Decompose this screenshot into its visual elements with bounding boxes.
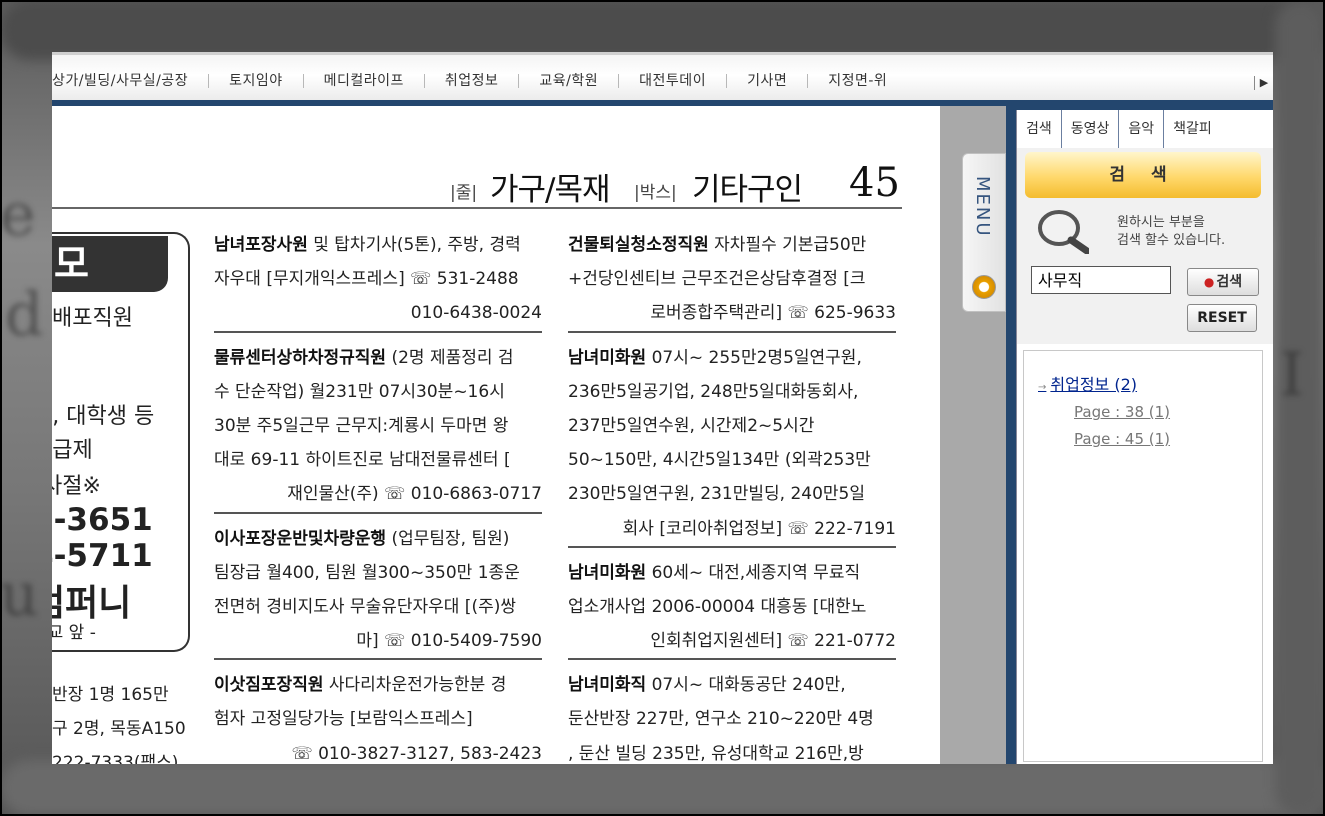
page-header: |줄| 가구/목재 |박스| 기타구인 45: [52, 106, 902, 208]
nav-item[interactable]: 지정면-위: [808, 74, 907, 88]
box-line: 부, 대학생 등: [52, 404, 155, 429]
nav-item[interactable]: 대전투데이: [619, 74, 728, 88]
reset-button[interactable]: RESET: [1187, 304, 1257, 332]
classified-ad: 남녀미화원 60세~ 대전,세종지역 무료직업소개사업 2006-00004 대…: [568, 556, 896, 661]
ad-line: 자우대 [무지개익스프레스] ☏ 531-2488: [214, 269, 519, 290]
newspaper-page: |줄| 가구/목재 |박스| 기타구인 45 모 집 배포직원 부, 대학생 등…: [52, 106, 940, 764]
box-phone: 1-3651: [52, 502, 153, 538]
nav-item[interactable]: 기사면: [727, 74, 809, 88]
search-hint-line: 검색 할수 있습니다.: [1117, 233, 1226, 248]
classified-ad: 물류센터상하차정규직원 (2명 제품정리 검수 단순작업) 월231만 07시3…: [214, 341, 542, 514]
side-tab[interactable]: 검색: [1017, 110, 1062, 148]
search-hint-line: 원하시는 부분을: [1117, 215, 1205, 230]
search-button[interactable]: ● 검색: [1187, 268, 1259, 296]
side-tab[interactable]: 음악: [1119, 110, 1165, 148]
nav-item[interactable]: 메디컬라이프: [304, 74, 425, 88]
ad-line: 30분 주5일근무 근무지:계룡시 두마면 왕: [214, 415, 509, 436]
header-section-other-jobs: 기타구인: [692, 172, 803, 208]
ad-line: 험자 고정일당가능 [보람익스프레스]: [214, 709, 473, 730]
ad-line: 236만5일공기업, 248만5일대화동회사,: [568, 381, 859, 402]
nav-item[interactable]: 교육/학원: [519, 74, 620, 88]
ad-line: 팀장급 월400, 팀원 월300~350만 1종운: [214, 562, 520, 583]
ad-contact-line: 회사 [코리아취업정보] ☏ 222-7191: [622, 518, 896, 539]
nav-next-icon[interactable]: ▶: [1254, 76, 1273, 90]
classified-ad: 남녀미화원 07시~ 255만2명5일연구원, 236만5일공기업, 248만5일…: [568, 341, 896, 548]
ad-line: , 둔산 빌딩 235만, 유성대학교 216만,방: [568, 743, 864, 764]
result-category-label: 취업정보 (2): [1050, 375, 1138, 394]
ad-line: 남녀포장사원 및 탑차기사(5톤), 주방, 경력: [214, 235, 521, 255]
ad-contact-line: 마] ☏ 010-5409-7590: [356, 631, 542, 652]
menu-tab-label: MENU: [972, 176, 993, 238]
search-hint: 원하시는 부분을 검색 할수 있습니다.: [1117, 214, 1225, 250]
ad-line: 남녀미화원 07시~ 255만2명5일연구원,: [568, 347, 862, 368]
ad-line: 237만5일연수원, 시간제2~5시간: [568, 415, 815, 436]
nav-item[interactable]: 취업정보: [425, 74, 520, 88]
header-rule: [52, 207, 902, 209]
header-label-box: |박스|: [634, 183, 677, 203]
ad-contact-line: 010-6438-0024: [410, 303, 542, 324]
ad-contact-line: 재인물산(주) ☏ 010-6863-0717: [287, 484, 542, 505]
search-section: 검 색 원하시는 부분을 검색 할수 있습니다. 사무직 ● 검색 RESET: [1017, 148, 1273, 344]
ad-line: 남녀미화직 07시~ 대화동공단 240만,: [568, 675, 846, 696]
classified-ad: 남녀미화직 07시~ 대화동공단 240만, 둔산반장 227만, 연구소 210…: [568, 668, 896, 764]
classified-ad: 건물퇴실청소정직원 자차필수 기본급50만 +건당인센티브 근무조건은상담후결정 …: [568, 228, 896, 333]
ad-line: 전면허 경비지도사 무술유단자우대 [(주)쌍: [214, 596, 516, 617]
ad-line: 이사포장운반및차량운행 (업무팀장, 팀원): [214, 528, 510, 549]
box-line: 배포직원: [52, 306, 133, 331]
side-panel: 검색 동영상 음악 책갈피 검 색 원하시는 부분을 검색 할수 있습니다. 사무직 …: [1006, 106, 1273, 764]
search-title: 검 색: [1025, 152, 1261, 198]
ad-contact-line: ☏ 010-3827-3127, 583-2423: [291, 743, 542, 764]
left-listing-line: 222-7333(팩스): [52, 753, 179, 764]
listing-column-2: 건물퇴실청소정직원 자차필수 기본급50만 +건당인센티브 근무조건은상담후결정 …: [568, 228, 896, 764]
arrow-icon: →: [1038, 382, 1047, 393]
recruit-box-ad: 모 집 배포직원 부, 대학생 등 일급제 사절※ 1-3651 4-5711 …: [52, 232, 190, 652]
ad-line: 50~150만, 4시간5일134만 (외곽253만: [568, 450, 871, 471]
classified-ad: 이삿짐포장직원 사다리차운전가능한분 경험자 고정일당가능 [보람익스프레스] ☏…: [214, 668, 542, 764]
ad-line: 수 단순작업) 월231만 07시30분~16시: [214, 381, 505, 402]
side-panel-tabs: 검색 동영상 음악 책갈피: [1017, 110, 1273, 148]
search-results: → 취업정보 (2) Page : 38 (1) Page : 45 (1): [1023, 350, 1263, 762]
ad-line: 230만5일연구원, 231만빌딩, 240만5일: [568, 484, 865, 505]
left-listing-line: 구 2명, 목동A150: [52, 719, 186, 739]
classified-ad: 남녀포장사원 및 탑차기사(5톤), 주방, 경력자우대 [무지개익스프레스] …: [214, 228, 542, 333]
ad-line: 이삿짐포장직원 사다리차운전가능한분 경: [214, 675, 507, 696]
ad-line: +건당인센티브 근무조건은상담후결정 [크: [568, 269, 866, 290]
viewer-window: 상가/빌딩/사무실/공장 토지임야 메디컬라이프 취업정보 교육/학원 대전투데이 기사면 지…: [52, 52, 1273, 764]
box-phone: 4-5711: [52, 538, 153, 574]
box-line: 사절※: [52, 474, 101, 499]
side-tab[interactable]: 책갈피: [1164, 110, 1221, 148]
header-label-line: |줄|: [450, 183, 478, 203]
box-line: 일급제: [52, 438, 93, 463]
menu-toggle-icon[interactable]: [972, 275, 996, 299]
ad-line: 업소개사업 2006-00004 대흥동 [대한노: [568, 596, 867, 617]
side-tab[interactable]: 동영상: [1062, 110, 1120, 148]
ad-contact-line: 로버종합주택관리] ☏ 625-9633: [650, 303, 896, 324]
listing-column-1: 남녀포장사원 및 탑차기사(5톤), 주방, 경력자우대 [무지개익스프레스] …: [214, 228, 542, 764]
result-page-link[interactable]: Page : 45 (1): [1074, 430, 1170, 448]
menu-tab[interactable]: MENU: [962, 153, 1006, 312]
classified-ad: 이사포장운반및차량운행 (업무팀장, 팀원) 팀장급 월400, 팀원 월300~…: [214, 522, 542, 661]
result-category-link[interactable]: → 취업정보 (2): [1038, 371, 1137, 395]
header-section-furniture: 가구/목재: [490, 172, 611, 208]
page-number: 45: [849, 160, 900, 206]
top-navigation: 상가/빌딩/사무실/공장 토지임야 메디컬라이프 취업정보 교육/학원 대전투데이 기사면 지…: [52, 52, 1273, 100]
ad-line: 둔산반장 227만, 연구소 210~220만 4명: [568, 709, 874, 730]
nav-item[interactable]: 토지임야: [209, 74, 304, 88]
nav-item[interactable]: 상가/빌딩/사무실/공장: [52, 74, 210, 88]
search-input[interactable]: 사무직: [1031, 266, 1171, 294]
ad-line: 남녀미화원 60세~ 대전,세종지역 무료직: [568, 562, 861, 583]
search-button-label: 검색: [1216, 274, 1243, 290]
ad-line: 물류센터상하차정규직원 (2명 제품정리 검: [214, 347, 514, 368]
recruit-box-title: 모 집: [52, 236, 168, 342]
result-page-link[interactable]: Page : 38 (1): [1074, 403, 1170, 421]
ad-line: 건물퇴실청소정직원 자차필수 기본급50만: [568, 235, 867, 255]
search-icon: ●: [1203, 275, 1215, 289]
left-listing-line: 반장 1명 165만: [52, 685, 169, 705]
magnifier-icon: [1038, 210, 1089, 254]
box-address: 초교 앞 -: [52, 623, 96, 643]
ad-line: 대로 69-11 하이트진로 남대전물류센터 [: [214, 450, 511, 471]
ad-contact-line: 인회취업지원센터] ☏ 221-0772: [650, 631, 896, 652]
